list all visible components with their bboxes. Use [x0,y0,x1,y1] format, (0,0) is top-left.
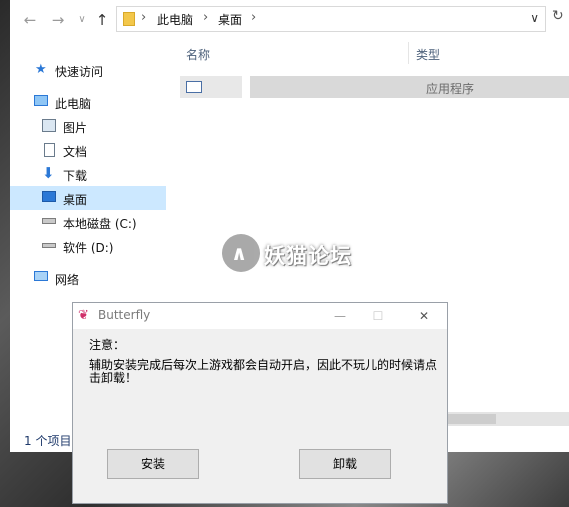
chevron-right-icon: › [251,10,257,25]
drive-icon [42,218,56,224]
sidebar-item-documents[interactable]: 文档 [10,138,166,162]
sidebar-item-label: 网络 [55,273,80,287]
sidebar-item-label: 本地磁盘 (C:) [63,217,137,231]
install-button[interactable]: 安装 [107,449,199,479]
folder-icon [123,12,135,26]
refresh-button[interactable]: ↻ [552,8,569,28]
column-divider[interactable] [408,42,409,64]
column-header-type[interactable]: 类型 [416,46,440,63]
sidebar-item-drive-c[interactable]: 本地磁盘 (C:) [10,210,166,234]
back-button[interactable]: ← [20,10,40,30]
forward-button[interactable]: → [48,10,68,30]
download-arrow-icon: ⬇ [42,164,55,182]
watermark-logo: ∧ [222,234,260,272]
desktop-icon [42,191,56,202]
minimize-button[interactable]: — [327,305,353,327]
sidebar-item-label: 桌面 [63,193,88,207]
sidebar-item-downloads[interactable]: ⬇ 下载 [10,162,166,186]
sidebar-item-network[interactable]: 网络 [10,266,166,290]
butterfly-icon: ❦ [78,308,89,323]
item-count: 1 个项目 [24,434,72,448]
close-button[interactable]: ✕ [411,305,437,327]
sidebar-item-quick-access[interactable]: ★ 快速访问 [10,58,166,82]
breadcrumb-this-pc[interactable]: 此电脑 [157,11,193,28]
application-icon [186,81,202,93]
network-icon [34,271,48,281]
file-type-cell: 应用程序 [426,82,475,96]
forum-watermark: ∧ 妖猫论坛 [222,234,352,274]
sidebar-item-label: 此电脑 [55,97,92,111]
chevron-right-icon: › [141,10,147,25]
sidebar-item-this-pc[interactable]: 此电脑 [10,90,166,114]
computer-icon [34,95,48,106]
breadcrumb-desktop[interactable]: 桌面 [218,11,242,28]
document-icon [44,143,55,157]
dialog-title-bar[interactable]: ❦ Butterfly — ☐ ✕ [73,303,447,329]
address-toolbar: ← → ∨ ↑ › 此电脑 › 桌面 › ∨ ↻ [10,0,569,40]
chevron-down-icon[interactable]: ∨ [530,11,539,25]
recent-locations-dropdown[interactable]: ∨ [72,10,92,30]
sidebar-item-drive-d[interactable]: 软件 (D:) [10,234,166,258]
sidebar-item-desktop[interactable]: 桌面 [10,186,166,210]
chevron-right-icon: › [203,10,209,25]
address-bar[interactable]: › 此电脑 › 桌面 › ∨ [116,6,546,32]
watermark-text: 妖猫论坛 [264,244,352,268]
drive-icon [42,243,56,248]
sidebar-item-label: 软件 (D:) [63,241,114,255]
dialog-message: 辅助安装完成后每次上游戏都会自动开启，因此不玩儿的时候请点击卸载！ [89,358,438,385]
pictures-icon [42,119,56,132]
sidebar-item-label: 图片 [63,121,88,135]
sidebar-item-label: 下载 [63,169,88,183]
sidebar-item-label: 文档 [63,145,88,159]
uninstall-button[interactable]: 卸载 [299,449,391,479]
maximize-button: ☐ [372,309,384,323]
note-heading: 注意： [89,338,126,352]
column-header-name[interactable]: 名称 [186,46,210,63]
row-selection [250,76,569,98]
dialog-title: Butterfly [98,308,151,322]
sidebar-item-pictures[interactable]: 图片 [10,114,166,138]
quick-access-star-icon: ★ [35,62,47,77]
sidebar-item-label: 快速访问 [55,65,104,79]
butterfly-dialog: ❦ Butterfly — ☐ ✕ 注意： 辅助安装完成后每次上游戏都会自动开启… [72,302,448,504]
up-button[interactable]: ↑ [92,10,112,30]
file-row[interactable]: 应用程序 [180,76,569,98]
